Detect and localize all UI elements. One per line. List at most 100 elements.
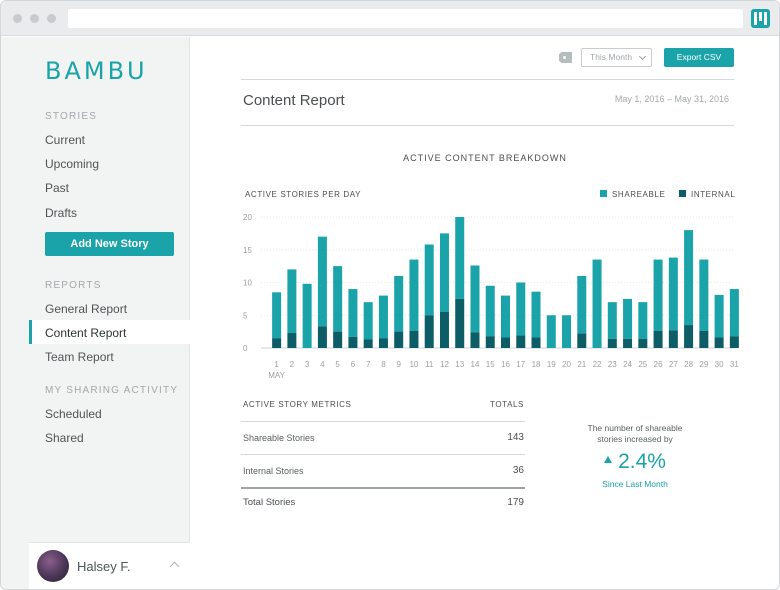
y-tick-label: 10: [243, 279, 252, 288]
bar-shareable: [501, 295, 510, 338]
bar-shareable: [577, 275, 587, 334]
user-avatar[interactable]: [37, 550, 69, 582]
metrics-divider-mid: [241, 454, 525, 455]
x-tick-label: 27: [669, 360, 678, 369]
x-tick-label: 14: [471, 360, 480, 369]
x-tick-label: 11: [425, 360, 434, 369]
reports-section-label: REPORTS: [45, 280, 102, 291]
y-tick-label: 15: [243, 246, 252, 255]
bar-internal: [409, 330, 419, 348]
metrics-divider-total: [241, 487, 525, 489]
bar-shareable: [607, 302, 617, 339]
nav-item-current[interactable]: Current: [45, 133, 85, 147]
nav-item-scheduled[interactable]: Scheduled: [45, 407, 102, 421]
y-tick-label: 20: [243, 213, 252, 222]
export-csv-button[interactable]: Export CSV: [664, 48, 734, 67]
x-tick-label: 5: [335, 360, 340, 369]
bar-internal: [516, 335, 526, 348]
bar-internal: [455, 298, 465, 348]
period-select[interactable]: This Month: [581, 48, 652, 67]
bar-internal: [699, 330, 709, 348]
bar-shareable: [485, 285, 495, 337]
bar-internal: [638, 338, 648, 348]
bar-shareable: [623, 298, 633, 339]
legend-label-internal: INTERNAL: [691, 190, 736, 199]
nav-item-team-report[interactable]: Team Report: [45, 350, 114, 364]
nav-active-indicator: [29, 320, 32, 344]
window-close-dot[interactable]: [13, 14, 22, 23]
bar-internal: [623, 338, 633, 348]
bambu-logo[interactable]: BAMBU: [45, 57, 148, 85]
bar-shareable: [638, 302, 648, 339]
x-tick-label: 18: [532, 360, 541, 369]
bar-shareable: [272, 292, 282, 339]
bar-shareable: [378, 295, 388, 339]
y-tick-label: 0: [243, 344, 248, 353]
x-tick-label: 19: [547, 360, 556, 369]
shareable-increase-value: 2.4%: [577, 450, 693, 474]
x-tick-label: 7: [366, 360, 371, 369]
x-tick-label: 2: [290, 360, 295, 369]
x-tick-label: 25: [638, 360, 647, 369]
bar-internal: [653, 330, 663, 348]
bar-shareable: [470, 265, 480, 333]
x-tick-label: 4: [320, 360, 325, 369]
x-tick-label: 9: [396, 360, 401, 369]
x-tick-label: 29: [699, 360, 708, 369]
sharing-section-label: MY SHARING ACTIVITY: [45, 385, 179, 396]
metrics-header-totals: TOTALS: [490, 400, 524, 409]
bar-shareable: [348, 289, 358, 337]
bar-shareable: [653, 259, 663, 331]
bar-internal: [485, 336, 495, 348]
x-tick-label: 15: [486, 360, 495, 369]
metric-value-total: 179: [507, 497, 524, 508]
bar-shareable: [363, 302, 373, 340]
metrics-divider-top: [241, 421, 525, 422]
metrics-header-label: ACTIVE STORY METRICS: [243, 400, 352, 409]
window-maximize-dot[interactable]: [47, 14, 56, 23]
bar-shareable: [409, 259, 419, 331]
nav-item-drafts[interactable]: Drafts: [45, 206, 77, 220]
x-tick-label: 30: [715, 360, 724, 369]
bar-shareable: [714, 294, 724, 338]
address-bar[interactable]: [68, 9, 743, 28]
date-range: May 1, 2016 – May 31, 2016: [614, 94, 729, 104]
nav-item-general-report[interactable]: General Report: [45, 302, 127, 316]
bar-internal: [729, 336, 739, 348]
nav-item-past[interactable]: Past: [45, 181, 69, 195]
x-tick-label: 3: [305, 360, 310, 369]
nav-item-content-report[interactable]: Content Report: [45, 326, 126, 340]
metric-label-internal: Internal Stories: [243, 466, 304, 476]
user-name[interactable]: Halsey F.: [77, 559, 130, 574]
add-new-story-button[interactable]: Add New Story: [45, 232, 174, 256]
bar-shareable: [531, 291, 541, 338]
bar-internal: [287, 332, 297, 348]
bambu-extension-icon[interactable]: [751, 9, 770, 28]
x-axis-label: MAY: [268, 371, 285, 380]
bar-internal: [714, 337, 724, 348]
metric-value-shareable: 143: [507, 432, 524, 443]
metric-label-total: Total Stories: [243, 497, 296, 508]
bar-internal: [333, 331, 343, 348]
percent-value: 2.4%: [618, 450, 666, 473]
x-tick-label: 26: [654, 360, 663, 369]
chart-y-axis-label: ACTIVE STORIES PER DAY: [245, 190, 362, 199]
bar-shareable: [394, 275, 404, 332]
nav-item-upcoming[interactable]: Upcoming: [45, 157, 99, 171]
page-title: Content Report: [243, 92, 345, 109]
bar-internal: [501, 337, 510, 348]
bar-shareable: [729, 289, 739, 337]
active-stories-bar-chart: 051015201 2 3 4 5 6 7 8 9 10 11 12 13 14 15 16 17 18 19 20 2…: [243, 213, 739, 380]
window-minimize-dot[interactable]: [30, 14, 39, 23]
legend-label-shareable: SHAREABLE: [612, 190, 666, 199]
stories-section-label: STORIES: [45, 111, 98, 122]
x-tick-label: 24: [623, 360, 632, 369]
bar-internal: [470, 332, 480, 348]
tag-icon[interactable]: [559, 52, 572, 63]
bar-internal: [348, 336, 358, 348]
x-tick-label: 1: [274, 360, 279, 369]
period-select-value: This Month: [590, 52, 633, 62]
x-tick-label: 8: [381, 360, 386, 369]
bar-shareable: [699, 259, 709, 331]
nav-item-shared[interactable]: Shared: [45, 431, 84, 445]
